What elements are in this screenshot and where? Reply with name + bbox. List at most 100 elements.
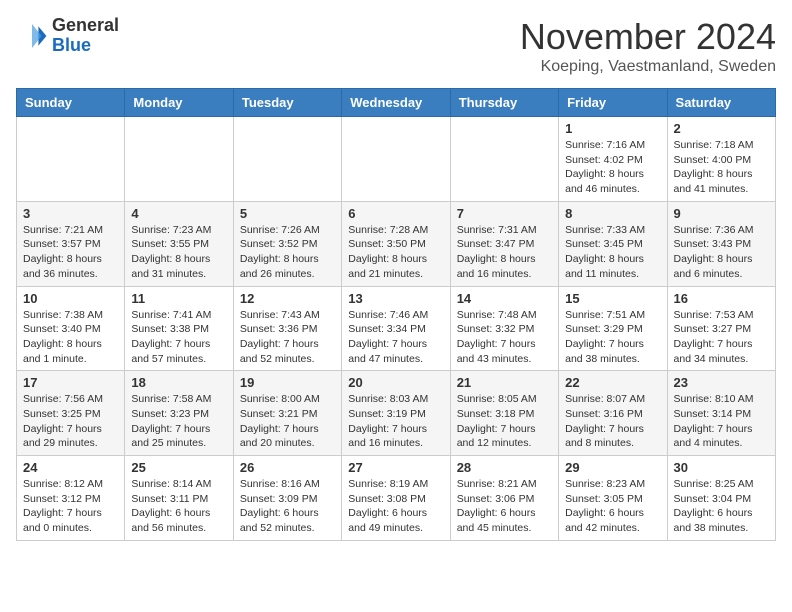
calendar-table: SundayMondayTuesdayWednesdayThursdayFrid… [16, 88, 776, 541]
day-info: Sunrise: 8:03 AM Sunset: 3:19 PM Dayligh… [348, 392, 443, 451]
day-info: Sunrise: 8:07 AM Sunset: 3:16 PM Dayligh… [565, 392, 660, 451]
logo-blue-text: Blue [52, 36, 119, 56]
calendar-day-cell: 27Sunrise: 8:19 AM Sunset: 3:08 PM Dayli… [342, 456, 450, 541]
day-number: 4 [131, 206, 226, 221]
day-number: 1 [565, 121, 660, 136]
calendar-day-cell: 4 Sunrise: 7:23 AM Sunset: 3:55 PM Daylig… [125, 201, 233, 286]
calendar-day-cell [125, 117, 233, 202]
calendar-day-cell: 17 Sunrise: 7:56 AM Sunset: 3:25 PM Dayli… [17, 371, 125, 456]
day-number: 2 [674, 121, 769, 136]
calendar-day-cell: 24 Sunrise: 8:12 AM Sunset: 3:12 PM Dayli… [17, 456, 125, 541]
calendar-day-cell: 6Sunrise: 7:28 AM Sunset: 3:50 PM Daylig… [342, 201, 450, 286]
title-section: November 2024 Koeping, Vaestmanland, Swe… [520, 16, 776, 76]
day-info: Sunrise: 8:25 AM Sunset: 3:04 PM Dayligh… [674, 477, 769, 536]
day-info: Sunrise: 7:38 AM Sunset: 3:40 PM Dayligh… [23, 308, 118, 367]
logo: General Blue [16, 16, 119, 56]
day-info: Sunrise: 8:14 AM Sunset: 3:11 PM Dayligh… [131, 477, 226, 536]
day-number: 11 [131, 291, 226, 306]
calendar-week-row: 17 Sunrise: 7:56 AM Sunset: 3:25 PM Dayli… [17, 371, 776, 456]
weekday-header: Sunday [17, 89, 125, 117]
calendar-day-cell: 20 Sunrise: 8:03 AM Sunset: 3:19 PM Dayli… [342, 371, 450, 456]
calendar-day-cell: 30Sunrise: 8:25 AM Sunset: 3:04 PM Dayli… [667, 456, 775, 541]
day-info: Sunrise: 7:18 AM Sunset: 4:00 PM Dayligh… [674, 138, 769, 197]
calendar-day-cell: 14Sunrise: 7:48 AM Sunset: 3:32 PM Dayli… [450, 286, 558, 371]
day-number: 5 [240, 206, 335, 221]
calendar-day-cell: 7 Sunrise: 7:31 AM Sunset: 3:47 PM Daylig… [450, 201, 558, 286]
day-number: 6 [348, 206, 443, 221]
day-info: Sunrise: 8:16 AM Sunset: 3:09 PM Dayligh… [240, 477, 335, 536]
day-number: 22 [565, 375, 660, 390]
calendar-day-cell: 29Sunrise: 8:23 AM Sunset: 3:05 PM Dayli… [559, 456, 667, 541]
month-title: November 2024 [520, 16, 776, 58]
day-number: 3 [23, 206, 118, 221]
calendar-day-cell: 22 Sunrise: 8:07 AM Sunset: 3:16 PM Dayli… [559, 371, 667, 456]
calendar-day-cell: 19 Sunrise: 8:00 AM Sunset: 3:21 PM Dayli… [233, 371, 341, 456]
weekday-header: Thursday [450, 89, 558, 117]
day-info: Sunrise: 7:46 AM Sunset: 3:34 PM Dayligh… [348, 308, 443, 367]
day-info: Sunrise: 8:05 AM Sunset: 3:18 PM Dayligh… [457, 392, 552, 451]
logo-general-text: General [52, 16, 119, 36]
day-info: Sunrise: 7:43 AM Sunset: 3:36 PM Dayligh… [240, 308, 335, 367]
day-number: 24 [23, 460, 118, 475]
day-info: Sunrise: 8:12 AM Sunset: 3:12 PM Dayligh… [23, 477, 118, 536]
day-number: 28 [457, 460, 552, 475]
calendar-day-cell: 26 Sunrise: 8:16 AM Sunset: 3:09 PM Dayli… [233, 456, 341, 541]
day-info: Sunrise: 7:41 AM Sunset: 3:38 PM Dayligh… [131, 308, 226, 367]
day-info: Sunrise: 8:00 AM Sunset: 3:21 PM Dayligh… [240, 392, 335, 451]
calendar-day-cell [233, 117, 341, 202]
calendar-day-cell: 9 Sunrise: 7:36 AM Sunset: 3:43 PM Daylig… [667, 201, 775, 286]
calendar-week-row: 10 Sunrise: 7:38 AM Sunset: 3:40 PM Dayli… [17, 286, 776, 371]
day-number: 20 [348, 375, 443, 390]
day-info: Sunrise: 7:21 AM Sunset: 3:57 PM Dayligh… [23, 223, 118, 282]
calendar-day-cell: 3 Sunrise: 7:21 AM Sunset: 3:57 PM Daylig… [17, 201, 125, 286]
day-number: 25 [131, 460, 226, 475]
calendar-header-row: SundayMondayTuesdayWednesdayThursdayFrid… [17, 89, 776, 117]
calendar-day-cell [342, 117, 450, 202]
weekday-header: Saturday [667, 89, 775, 117]
calendar-day-cell: 1 Sunrise: 7:16 AM Sunset: 4:02 PM Daylig… [559, 117, 667, 202]
day-number: 7 [457, 206, 552, 221]
day-info: Sunrise: 7:48 AM Sunset: 3:32 PM Dayligh… [457, 308, 552, 367]
location-title: Koeping, Vaestmanland, Sweden [520, 58, 776, 76]
day-number: 19 [240, 375, 335, 390]
calendar-day-cell [17, 117, 125, 202]
day-info: Sunrise: 8:19 AM Sunset: 3:08 PM Dayligh… [348, 477, 443, 536]
page-header: General Blue November 2024 Koeping, Vaes… [16, 16, 776, 76]
day-number: 9 [674, 206, 769, 221]
day-info: Sunrise: 7:26 AM Sunset: 3:52 PM Dayligh… [240, 223, 335, 282]
day-info: Sunrise: 7:51 AM Sunset: 3:29 PM Dayligh… [565, 308, 660, 367]
day-info: Sunrise: 7:53 AM Sunset: 3:27 PM Dayligh… [674, 308, 769, 367]
day-info: Sunrise: 8:10 AM Sunset: 3:14 PM Dayligh… [674, 392, 769, 451]
day-info: Sunrise: 7:58 AM Sunset: 3:23 PM Dayligh… [131, 392, 226, 451]
calendar-day-cell: 2 Sunrise: 7:18 AM Sunset: 4:00 PM Daylig… [667, 117, 775, 202]
day-number: 23 [674, 375, 769, 390]
day-number: 15 [565, 291, 660, 306]
day-info: Sunrise: 8:21 AM Sunset: 3:06 PM Dayligh… [457, 477, 552, 536]
calendar-day-cell: 8Sunrise: 7:33 AM Sunset: 3:45 PM Daylig… [559, 201, 667, 286]
calendar-day-cell: 21 Sunrise: 8:05 AM Sunset: 3:18 PM Dayli… [450, 371, 558, 456]
day-info: Sunrise: 7:31 AM Sunset: 3:47 PM Dayligh… [457, 223, 552, 282]
day-number: 18 [131, 375, 226, 390]
calendar-day-cell: 11 Sunrise: 7:41 AM Sunset: 3:38 PM Dayli… [125, 286, 233, 371]
day-info: Sunrise: 7:33 AM Sunset: 3:45 PM Dayligh… [565, 223, 660, 282]
day-info: Sunrise: 7:56 AM Sunset: 3:25 PM Dayligh… [23, 392, 118, 451]
day-number: 26 [240, 460, 335, 475]
calendar-week-row: 3 Sunrise: 7:21 AM Sunset: 3:57 PM Daylig… [17, 201, 776, 286]
weekday-header: Wednesday [342, 89, 450, 117]
day-info: Sunrise: 7:36 AM Sunset: 3:43 PM Dayligh… [674, 223, 769, 282]
day-number: 21 [457, 375, 552, 390]
calendar-week-row: 1 Sunrise: 7:16 AM Sunset: 4:02 PM Daylig… [17, 117, 776, 202]
day-number: 10 [23, 291, 118, 306]
calendar-day-cell: 18 Sunrise: 7:58 AM Sunset: 3:23 PM Dayli… [125, 371, 233, 456]
day-info: Sunrise: 7:16 AM Sunset: 4:02 PM Dayligh… [565, 138, 660, 197]
calendar-week-row: 24 Sunrise: 8:12 AM Sunset: 3:12 PM Dayli… [17, 456, 776, 541]
day-number: 17 [23, 375, 118, 390]
day-number: 16 [674, 291, 769, 306]
weekday-header: Tuesday [233, 89, 341, 117]
logo-icon [16, 20, 48, 52]
calendar-day-cell: 10 Sunrise: 7:38 AM Sunset: 3:40 PM Dayli… [17, 286, 125, 371]
weekday-header: Monday [125, 89, 233, 117]
day-info: Sunrise: 7:23 AM Sunset: 3:55 PM Dayligh… [131, 223, 226, 282]
day-number: 29 [565, 460, 660, 475]
calendar-day-cell: 25 Sunrise: 8:14 AM Sunset: 3:11 PM Dayli… [125, 456, 233, 541]
